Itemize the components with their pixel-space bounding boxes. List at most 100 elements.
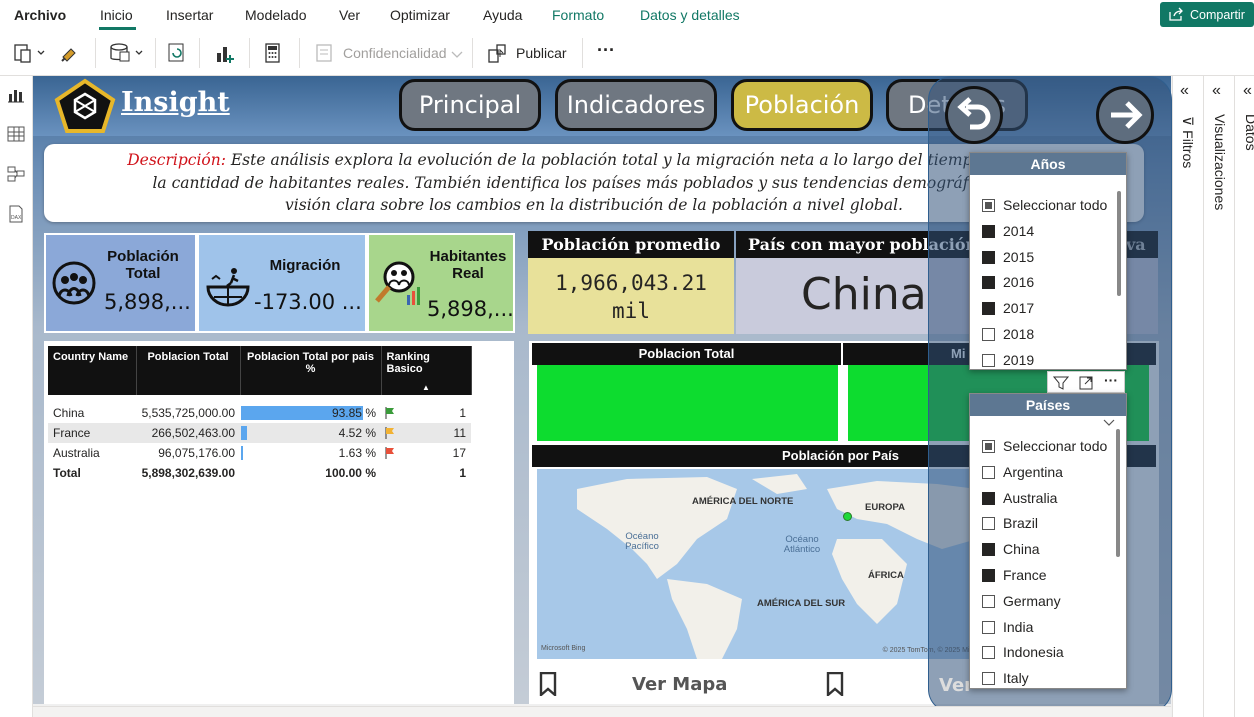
menu-optimizar[interactable]: Optimizar [390, 7, 450, 23]
map-bubble[interactable] [843, 512, 852, 521]
column-header-total[interactable]: Poblacion Total [136, 346, 241, 395]
sensitivity-icon [316, 44, 332, 62]
population-table: Country Name Poblacion Total Poblacion T… [48, 346, 472, 483]
ver-button-truncated[interactable]: Ver [939, 675, 973, 696]
column-header-ranking-label: Ranking Basico [386, 351, 430, 375]
nav-indicadores-button[interactable]: Indicadores [555, 79, 717, 131]
menu-datos-detalles[interactable]: Datos y detalles [640, 7, 740, 23]
nav-principal-button[interactable]: Principal [399, 79, 541, 131]
slicer-item[interactable]: Seleccionar todo [982, 197, 1107, 213]
menu-ayuda[interactable]: Ayuda [483, 7, 522, 23]
checkbox[interactable] [982, 224, 995, 238]
dax-view-icon[interactable]: DAX [7, 205, 25, 223]
checkbox[interactable] [982, 646, 995, 660]
refresh-icon[interactable] [166, 41, 188, 65]
slicer-item[interactable]: 2019 [982, 352, 1034, 368]
expand-chevron-icon[interactable]: « [1212, 82, 1221, 100]
world-map[interactable]: AMÉRICA DEL NORTE EUROPA ÁFRICA AMÉRICA … [537, 469, 977, 659]
checkbox[interactable] [982, 491, 995, 505]
chevron-down-icon[interactable] [1103, 417, 1115, 427]
paste-icon[interactable] [13, 41, 47, 65]
checkbox[interactable] [982, 276, 995, 290]
slicer-item[interactable]: Australia [982, 490, 1057, 506]
slicer-item[interactable]: 2016 [982, 274, 1034, 290]
slicer-item[interactable]: 2017 [982, 300, 1034, 316]
kpi-habitantes-real[interactable]: Habitantes Real 5,898,... [367, 233, 515, 333]
card-poblacion-promedio[interactable]: Población promedio 1,966,043.21 mil [528, 231, 734, 334]
slicer-item[interactable]: Germany [982, 593, 1061, 609]
publish-button[interactable]: Publicar [516, 45, 567, 61]
slicer-item[interactable]: 2015 [982, 249, 1034, 265]
slicer-item[interactable]: Seleccionar todo [982, 438, 1107, 454]
bookmark-icon[interactable] [539, 672, 557, 696]
bookmark-icon[interactable] [826, 672, 844, 696]
more-options-button[interactable]: ··· [597, 40, 615, 61]
checkbox[interactable] [982, 465, 995, 479]
share-button[interactable]: Compartir [1160, 2, 1254, 27]
slicer-item[interactable]: Italy [982, 670, 1029, 686]
slicer-scrollbar[interactable] [1117, 191, 1121, 296]
checkbox[interactable] [982, 620, 995, 634]
table-view-icon[interactable] [7, 125, 25, 143]
get-data-icon[interactable] [108, 41, 146, 65]
expand-chevron-icon[interactable]: « [1180, 82, 1189, 100]
table-row[interactable]: France 266,502,463.00 4.52 % 11 [48, 423, 471, 443]
slicer-paises[interactable]: Países Seleccionar todo Argentina Australi… [969, 393, 1127, 689]
population-icon [52, 261, 96, 305]
checkbox[interactable] [982, 517, 995, 531]
slicer-item[interactable]: Argentina [982, 464, 1063, 480]
separator [299, 38, 300, 68]
slicer-item[interactable]: France [982, 567, 1047, 583]
table-row[interactable]: Australia 96,075,176.00 1.63 % 17 [48, 443, 471, 463]
table-row[interactable]: China 5,535,725,000.00 93.85 % 1 [48, 403, 471, 423]
format-painter-icon[interactable] [59, 41, 81, 65]
new-visual-icon[interactable] [213, 41, 237, 65]
slicer-anios[interactable]: Años Seleccionar todo 2014 2015 2016 2017 201… [969, 152, 1127, 370]
checkbox[interactable] [982, 543, 995, 557]
calculator-icon[interactable] [264, 41, 282, 65]
expand-chevron-icon[interactable]: « [1243, 82, 1252, 100]
report-view-icon[interactable] [7, 86, 25, 104]
column-header-ranking[interactable]: Ranking Basico ▲ [381, 346, 472, 395]
menu-ver[interactable]: Ver [339, 7, 360, 23]
menu-insertar[interactable]: Insertar [166, 7, 213, 23]
slicer-item[interactable]: 2018 [982, 326, 1034, 342]
menu-modelado[interactable]: Modelado [245, 7, 307, 23]
kpi-poblacion-total[interactable]: Población Total 5,898,... [44, 233, 197, 333]
datos-pane-collapsed[interactable]: « Datos [1235, 76, 1254, 717]
filtros-pane-collapsed[interactable]: « ⊽ Filtros [1173, 76, 1204, 717]
publish-icon[interactable] [486, 41, 508, 65]
slicer-item[interactable]: Indonesia [982, 644, 1064, 660]
column-header-country[interactable]: Country Name [48, 346, 137, 395]
slicer-item[interactable]: India [982, 619, 1033, 635]
checkbox[interactable] [982, 302, 995, 316]
population-table-visual[interactable]: Country Name Poblacion Total Poblacion T… [44, 341, 514, 704]
checkbox[interactable] [982, 199, 995, 212]
filter-icon[interactable] [1053, 375, 1069, 391]
checkbox[interactable] [982, 250, 995, 264]
nav-poblacion-button[interactable]: Población [731, 79, 873, 131]
poblacion-total-visual[interactable] [537, 365, 838, 441]
menu-archivo[interactable]: Archivo [14, 7, 66, 23]
checkbox[interactable] [982, 328, 995, 341]
slicer-item[interactable]: China [982, 541, 1040, 557]
menu-inicio[interactable]: Inicio [100, 7, 133, 23]
visualizaciones-pane-collapsed[interactable]: « Visualizaciones [1204, 76, 1235, 717]
checkbox[interactable] [982, 440, 995, 453]
back-button[interactable] [945, 86, 1003, 144]
slicer-scrollbar[interactable] [1116, 429, 1120, 557]
column-header-pct[interactable]: Poblacion Total por pais % [240, 346, 382, 395]
more-options-icon[interactable]: ··· [1104, 372, 1118, 388]
ver-mapa-button[interactable]: Ver Mapa [632, 674, 727, 695]
checkbox[interactable] [982, 594, 995, 608]
model-view-icon[interactable] [7, 165, 25, 183]
slicer-item[interactable]: 2014 [982, 223, 1034, 239]
focus-mode-icon[interactable] [1078, 375, 1094, 391]
checkbox[interactable] [982, 353, 995, 367]
checkbox[interactable] [982, 569, 995, 582]
menu-formato[interactable]: Formato [552, 7, 604, 23]
checkbox[interactable] [982, 672, 995, 686]
kpi-migracion[interactable]: Migración -173.00 ... [197, 233, 367, 333]
slicer-item[interactable]: Brazil [982, 515, 1038, 531]
forward-button[interactable] [1096, 86, 1154, 144]
